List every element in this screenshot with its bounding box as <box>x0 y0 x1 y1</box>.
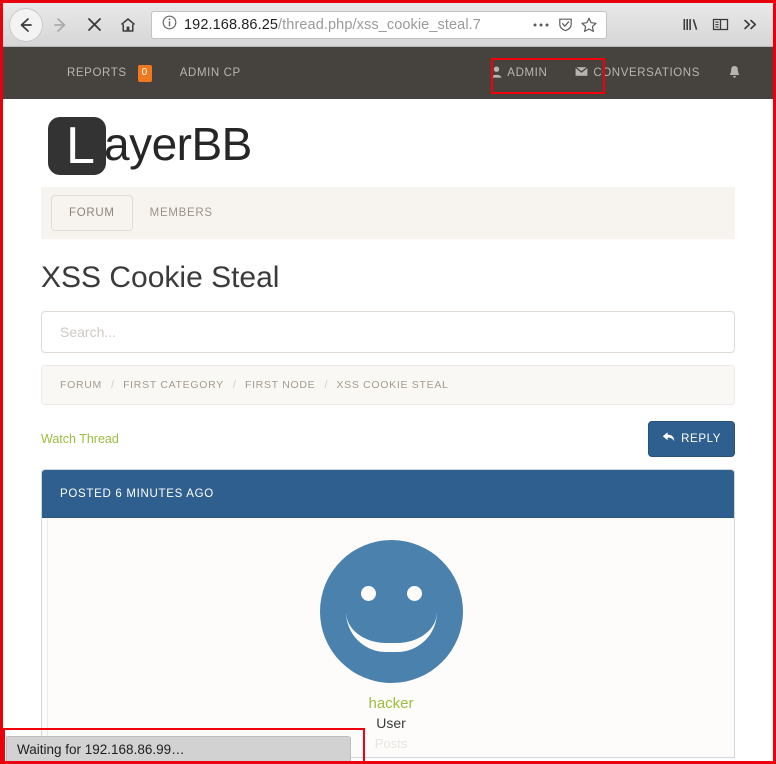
post-author-rank: User <box>376 715 406 731</box>
home-button[interactable] <box>111 8 145 42</box>
toolbar-right-buttons <box>675 10 773 40</box>
logo-mark-letter: L <box>66 117 95 175</box>
nav-item-admin-cp-label: ADMIN CP <box>179 67 241 79</box>
reply-arrow-icon <box>662 431 675 446</box>
page-title: XSS Cookie Steal <box>41 261 280 294</box>
post-author-stats: Posts <box>374 736 408 751</box>
user-icon <box>491 66 502 81</box>
avatar-smile <box>345 612 437 652</box>
sidebar-icon[interactable] <box>705 10 735 40</box>
breadcrumb-item-first-category[interactable]: FIRST CATEGORY <box>123 379 224 391</box>
tab-members-label: MEMBERS <box>149 207 213 219</box>
breadcrumb-item-first-node[interactable]: FIRST NODE <box>245 379 315 391</box>
nav-item-admin-label: ADMIN <box>507 67 548 79</box>
site-info-icon[interactable] <box>162 15 177 35</box>
notifications-bell-button[interactable] <box>714 57 755 90</box>
tab-members[interactable]: MEMBERS <box>133 196 230 230</box>
post-author-name[interactable]: hacker <box>368 695 413 712</box>
forum-page-content: L ayerBB FORUM MEMBERS XSS Cookie Steal … <box>3 99 773 761</box>
status-bar-text: Waiting for 192.168.86.99… <box>17 741 185 757</box>
url-text: 192.168.86.25/thread.php/xss_cookie_stea… <box>184 17 528 33</box>
back-button[interactable] <box>9 7 43 42</box>
reply-button[interactable]: REPLY <box>648 421 735 457</box>
page-actions-icon[interactable] <box>530 14 552 36</box>
avatar-eye-right <box>406 586 422 601</box>
nav-item-admin[interactable]: ADMIN <box>477 58 561 89</box>
nav-item-admin-cp[interactable]: ADMIN CP <box>166 59 255 87</box>
thread-action-row: Watch Thread REPLY <box>41 419 735 459</box>
nav-item-reports-label: REPORTS <box>67 67 127 79</box>
avatar[interactable] <box>319 540 463 683</box>
address-bar[interactable]: 192.168.86.25/thread.php/xss_cookie_stea… <box>151 10 607 39</box>
breadcrumb-item-forum[interactable]: FORUM <box>60 379 102 391</box>
breadcrumb-separator: / <box>111 379 115 391</box>
post-timestamp: POSTED 6 MINUTES AGO <box>60 487 214 500</box>
reply-button-label: REPLY <box>681 432 721 445</box>
url-path: /thread.php/xss_cookie_steal.7 <box>278 16 481 33</box>
browser-toolbar: 192.168.86.25/thread.php/xss_cookie_stea… <box>3 3 773 47</box>
post-author-block: hacker User Posts <box>48 518 734 757</box>
bell-icon <box>728 65 741 82</box>
browser-window: 192.168.86.25/thread.php/xss_cookie_stea… <box>0 0 776 764</box>
nav-item-conversations-label: CONVERSATIONS <box>593 67 700 79</box>
nav-item-conversations[interactable]: CONVERSATIONS <box>561 58 714 88</box>
watch-thread-link[interactable]: Watch Thread <box>41 432 119 446</box>
bookmark-star-icon[interactable] <box>578 14 600 36</box>
breadcrumb-separator: / <box>324 379 328 391</box>
site-logo[interactable]: L ayerBB <box>3 99 773 183</box>
breadcrumb-item-current: XSS COOKIE STEAL <box>336 379 449 391</box>
envelope-icon <box>575 66 589 80</box>
overflow-chevron-icon[interactable] <box>735 10 765 40</box>
site-tabbar: FORUM MEMBERS <box>41 187 735 239</box>
tab-forum-label: FORUM <box>69 207 115 219</box>
forward-button[interactable] <box>43 8 77 42</box>
forum-top-navbar: REPORTS 0 ADMIN CP ADMIN CONVERSATIONS <box>3 47 773 99</box>
logo-mark: L <box>48 117 106 175</box>
nav-item-reports[interactable]: REPORTS 0 <box>53 57 166 90</box>
tracking-protection-shield-icon[interactable] <box>554 14 576 36</box>
search-input[interactable] <box>58 312 718 352</box>
status-bar: Waiting for 192.168.86.99… <box>6 736 351 761</box>
avatar-eye-left <box>360 586 376 601</box>
url-host: 192.168.86.25 <box>184 16 279 33</box>
tab-forum[interactable]: FORUM <box>51 195 133 231</box>
stop-button[interactable] <box>77 8 111 42</box>
post-card: POSTED 6 MINUTES AGO hacker User Posts <box>41 469 735 758</box>
post-timestamp-header: POSTED 6 MINUTES AGO <box>42 470 734 517</box>
search-box[interactable] <box>41 311 735 353</box>
post-body: hacker User Posts <box>42 517 734 757</box>
reports-count-badge: 0 <box>137 64 152 82</box>
library-icon[interactable] <box>675 10 705 40</box>
navbar-right-group: ADMIN CONVERSATIONS <box>477 57 773 90</box>
logo-wordmark: ayerBB <box>104 118 252 170</box>
breadcrumb: FORUM / FIRST CATEGORY / FIRST NODE / XS… <box>41 365 735 405</box>
breadcrumb-separator: / <box>232 379 236 391</box>
navigation-buttons <box>3 7 145 42</box>
navbar-left-group: REPORTS 0 ADMIN CP <box>3 57 255 90</box>
